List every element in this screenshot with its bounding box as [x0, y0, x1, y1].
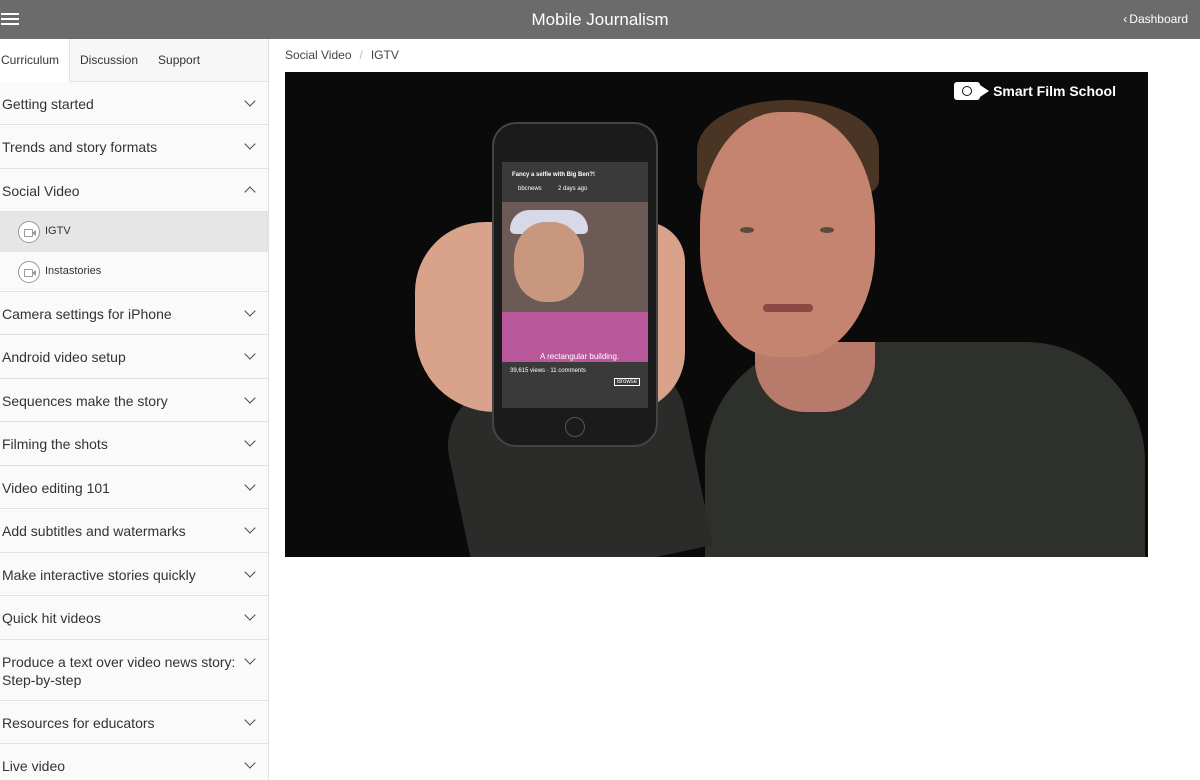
- breadcrumb: Social Video / IGTV: [285, 48, 399, 62]
- chevron-down-icon: [244, 305, 256, 317]
- dashboard-link[interactable]: ‹ Dashboard: [1123, 0, 1188, 39]
- section-label: Trends and story formats: [2, 139, 158, 155]
- video-camera-icon: [18, 221, 40, 243]
- lesson-igtv[interactable]: IGTV: [0, 212, 268, 252]
- phone-subtitle: A rectangular building.: [540, 352, 620, 361]
- chevron-down-icon: [244, 138, 256, 150]
- tab-support[interactable]: Support: [148, 39, 210, 82]
- section-label: Live video: [2, 758, 66, 774]
- video-camera-icon: [18, 261, 40, 283]
- app-title: Mobile Journalism: [531, 10, 669, 29]
- section-label: Video editing 101: [2, 480, 110, 496]
- breadcrumb-item-igtv: IGTV: [370, 48, 399, 62]
- section-live-video[interactable]: Live video: [0, 744, 268, 780]
- chevron-down-icon: [244, 479, 256, 491]
- section-trends-and-story-formats[interactable]: Trends and story formats: [0, 125, 268, 169]
- logo-text: Smart Film School: [993, 83, 1116, 99]
- section-getting-started[interactable]: Getting started: [0, 82, 268, 125]
- chevron-left-icon: ‹: [1123, 12, 1128, 26]
- tab-curriculum[interactable]: Curriculum: [0, 39, 70, 83]
- chevron-up-icon: [244, 186, 256, 198]
- camera-logo-icon: [954, 82, 981, 100]
- hamburger-menu-icon[interactable]: [0, 11, 20, 27]
- top-bar: Mobile Journalism ‹ Dashboard: [0, 0, 1200, 39]
- section-add-subtitles-and-watermarks[interactable]: Add subtitles and watermarks: [0, 509, 268, 553]
- phone-stats: 39,615 views · 11 comments: [510, 368, 586, 374]
- chevron-down-icon: [244, 714, 256, 726]
- video-frame-head: [700, 112, 875, 357]
- lesson-label: Instastories: [45, 265, 102, 277]
- section-video-editing-101[interactable]: Video editing 101: [0, 466, 268, 509]
- breadcrumb-item-social-video[interactable]: Social Video: [285, 48, 352, 62]
- section-label: Resources for educators: [2, 715, 155, 731]
- section-sequences-make-the-story[interactable]: Sequences make the story: [0, 379, 268, 422]
- sidebar-tabs: Curriculum Discussion Support: [0, 39, 268, 83]
- chevron-down-icon: [244, 609, 256, 621]
- phone-caption-title: Fancy a selfie with Big Ben?!: [512, 172, 596, 178]
- dashboard-label: Dashboard: [1129, 12, 1188, 26]
- lesson-instastories[interactable]: Instastories: [0, 252, 268, 292]
- video-frame-phone: Fancy a selfie with Big Ben?! bbcnews 2 …: [492, 122, 658, 447]
- section-label: Produce a text over video news story: St…: [2, 654, 236, 688]
- video-frame-mouth: [763, 304, 813, 312]
- video-player[interactable]: Fancy a selfie with Big Ben?! bbcnews 2 …: [285, 72, 1148, 557]
- chevron-down-icon: [244, 522, 256, 534]
- phone-screen: Fancy a selfie with Big Ben?! bbcnews 2 …: [502, 162, 648, 408]
- phone-face: [514, 222, 584, 302]
- section-android-video-setup[interactable]: Android video setup: [0, 335, 268, 379]
- curriculum-sidebar: Curriculum Discussion Support Getting st…: [0, 39, 269, 780]
- section-filming-the-shots[interactable]: Filming the shots: [0, 422, 268, 466]
- section-text-over-video-news-story[interactable]: Produce a text over video news story: St…: [0, 640, 268, 701]
- section-label: Filming the shots: [2, 436, 108, 452]
- section-resources-for-educators[interactable]: Resources for educators: [0, 701, 268, 744]
- breadcrumb-separator: /: [359, 48, 363, 62]
- chevron-down-icon: [244, 566, 256, 578]
- phone-home-button: [565, 417, 585, 437]
- video-frame-eye: [740, 227, 754, 233]
- smart-film-school-logo: Smart Film School: [954, 82, 1116, 100]
- phone-time: 2 days ago: [558, 186, 588, 192]
- video-frame-eye: [820, 227, 834, 233]
- section-label: Add subtitles and watermarks: [2, 523, 186, 539]
- section-label: Quick hit videos: [2, 610, 101, 626]
- tab-discussion[interactable]: Discussion: [70, 39, 148, 82]
- section-label: Getting started: [2, 96, 94, 112]
- phone-account: bbcnews: [518, 186, 542, 192]
- lesson-label: IGTV: [45, 225, 71, 237]
- chevron-down-icon: [244, 392, 256, 404]
- phone-browse: Browse: [614, 378, 641, 386]
- section-camera-settings-iphone[interactable]: Camera settings for iPhone: [0, 292, 268, 335]
- chevron-down-icon: [244, 95, 256, 107]
- section-label: Camera settings for iPhone: [2, 306, 172, 322]
- section-quick-hit-videos[interactable]: Quick hit videos: [0, 596, 268, 640]
- section-label: Make interactive stories quickly: [2, 567, 196, 583]
- chevron-down-icon: [244, 435, 256, 447]
- section-label: Social Video: [2, 183, 80, 199]
- section-label: Android video setup: [2, 349, 126, 365]
- section-make-interactive-stories[interactable]: Make interactive stories quickly: [0, 553, 268, 596]
- chevron-down-icon: [244, 757, 256, 769]
- chevron-down-icon: [244, 348, 256, 360]
- chevron-down-icon: [244, 653, 256, 665]
- section-label: Sequences make the story: [2, 393, 168, 409]
- section-social-video[interactable]: Social Video: [0, 169, 268, 212]
